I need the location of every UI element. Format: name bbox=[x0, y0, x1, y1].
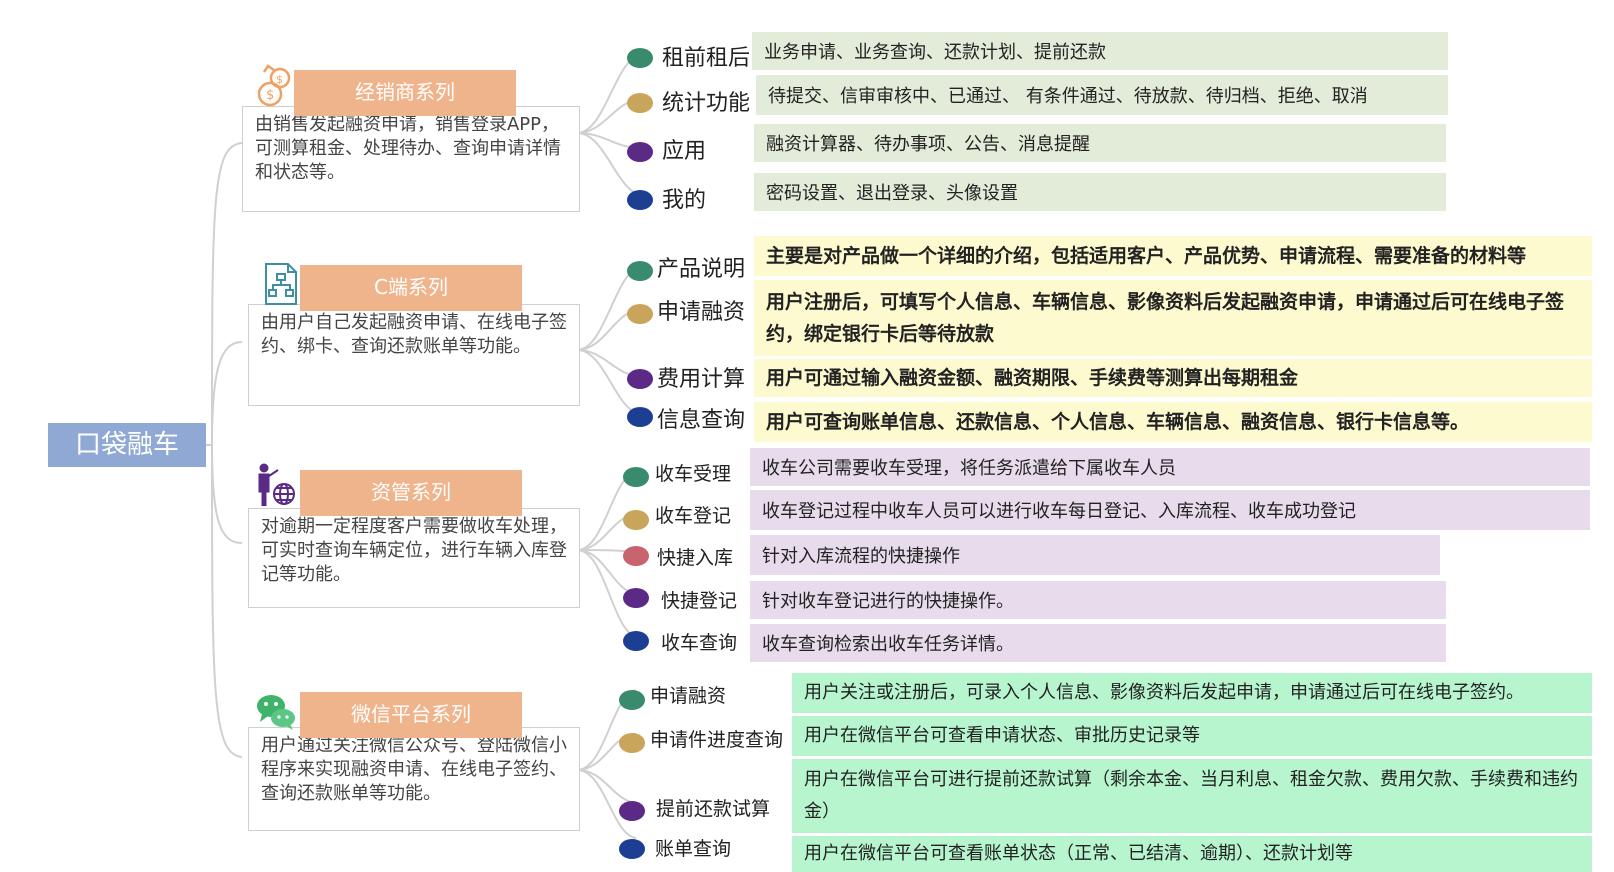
svg-text:$: $ bbox=[266, 88, 274, 103]
root-node[interactable]: 口袋融车 bbox=[48, 423, 206, 467]
category-title[interactable]: 微信平台系列 bbox=[300, 692, 522, 738]
item-detail: 用户可通过输入融资金额、融资期限、手续费等测算出每期租金 bbox=[754, 359, 1592, 397]
item-label[interactable]: 信息查询 bbox=[657, 402, 745, 434]
item-dot bbox=[627, 261, 653, 281]
item-dot bbox=[623, 510, 649, 530]
item-detail: 融资计算器、待办事项、公告、消息提醒 bbox=[754, 124, 1446, 162]
item-detail: 收车查询检索出收车任务详情。 bbox=[750, 624, 1446, 662]
item-detail: 用户注册后，可填写个人信息、车辆信息、影像资料后发起融资申请，申请通过后可在线电… bbox=[754, 280, 1592, 356]
category-title[interactable]: 经销商系列 bbox=[294, 70, 516, 116]
item-dot bbox=[627, 93, 653, 113]
item-label[interactable]: 收车登记 bbox=[655, 501, 731, 528]
category-description: 用户通过关注微信公众号、登陆微信小程序来实现融资申请、在线电子签约、查询还款账单… bbox=[248, 727, 580, 831]
item-dot bbox=[623, 546, 649, 566]
item-dot bbox=[623, 588, 649, 608]
item-dot bbox=[627, 48, 653, 68]
item-label[interactable]: 统计功能 bbox=[662, 85, 750, 117]
item-dot bbox=[619, 839, 645, 859]
person-globe-icon bbox=[258, 463, 295, 506]
money-bag-icon: $ $ bbox=[257, 64, 291, 107]
item-label[interactable]: 我的 bbox=[662, 182, 706, 214]
wechat-icon bbox=[257, 695, 295, 730]
category-title[interactable]: 资管系列 bbox=[300, 470, 522, 516]
item-detail: 用户在微信平台可查看账单状态（正常、已结清、逾期）、还款计划等 bbox=[792, 836, 1592, 872]
category-title[interactable]: C端系列 bbox=[300, 265, 522, 311]
item-detail: 用户可查询账单信息、还款信息、个人信息、车辆信息、融资信息、银行卡信息等。 bbox=[754, 402, 1592, 442]
item-detail: 主要是对产品做一个详细的介绍，包括适用客户、产品优势、申请流程、需要准备的材料等 bbox=[754, 236, 1592, 276]
item-dot bbox=[627, 407, 653, 427]
item-label[interactable]: 收车查询 bbox=[661, 628, 737, 655]
item-detail: 密码设置、退出登录、头像设置 bbox=[754, 173, 1446, 211]
item-detail: 待提交、信审审核中、已通过、 有条件通过、待放款、待归档、拒绝、取消 bbox=[756, 75, 1448, 115]
item-label[interactable]: 申请融资 bbox=[650, 681, 726, 708]
item-label[interactable]: 产品说明 bbox=[657, 251, 745, 283]
item-dot bbox=[619, 733, 645, 753]
item-label[interactable]: 快捷登记 bbox=[661, 586, 737, 613]
item-dot bbox=[627, 369, 653, 389]
category-description: 对逾期一定程度客户需要做收车处理，可实时查询车辆定位，进行车辆入库登记等功能。 bbox=[248, 508, 580, 608]
item-detail: 收车登记过程中收车人员可以进行收车每日登记、入库流程、收车成功登记 bbox=[750, 490, 1590, 530]
item-label[interactable]: 应用 bbox=[662, 133, 706, 165]
item-label[interactable]: 租前租后 bbox=[662, 40, 750, 72]
item-dot bbox=[627, 190, 653, 210]
category-description: 由销售发起融资申请，销售登录APP，可测算租金、处理待办、查询申请详情和状态等。 bbox=[242, 106, 580, 212]
item-label[interactable]: 提前还款试算 bbox=[656, 794, 770, 821]
item-detail: 用户在微信平台可查看申请状态、审批历史记录等 bbox=[792, 716, 1592, 756]
item-label[interactable]: 费用计算 bbox=[657, 361, 745, 393]
item-label[interactable]: 账单查询 bbox=[655, 834, 731, 861]
item-label[interactable]: 收车受理 bbox=[655, 459, 731, 486]
item-detail: 用户关注或注册后，可录入个人信息、影像资料后发起申请，申请通过后可在线电子签约。 bbox=[792, 673, 1592, 713]
item-dot bbox=[623, 631, 649, 651]
category-description: 由用户自己发起融资申请、在线电子签约、绑卡、查询还款账单等功能。 bbox=[248, 304, 580, 406]
svg-text:$: $ bbox=[276, 73, 283, 86]
item-label[interactable]: 申请件进度查询 bbox=[650, 725, 783, 752]
item-detail: 业务申请、业务查询、还款计划、提前还款 bbox=[752, 32, 1448, 70]
item-detail: 用户在微信平台可进行提前还款试算（剩余本金、当月利息、租金欠款、费用欠款、手续费… bbox=[792, 759, 1592, 833]
item-dot bbox=[619, 690, 645, 710]
item-label[interactable]: 快捷入库 bbox=[657, 543, 733, 570]
item-detail: 收车公司需要收车受理，将任务派遣给下属收车人员 bbox=[750, 448, 1590, 486]
item-label[interactable]: 申请融资 bbox=[657, 294, 745, 326]
item-dot bbox=[623, 467, 649, 487]
item-dot bbox=[627, 304, 653, 324]
item-dot bbox=[619, 801, 645, 821]
item-detail: 针对收车登记进行的快捷操作。 bbox=[750, 581, 1446, 619]
item-detail: 针对入库流程的快捷操作 bbox=[750, 535, 1440, 575]
item-dot bbox=[627, 142, 653, 162]
document-flowchart-icon bbox=[265, 263, 297, 305]
